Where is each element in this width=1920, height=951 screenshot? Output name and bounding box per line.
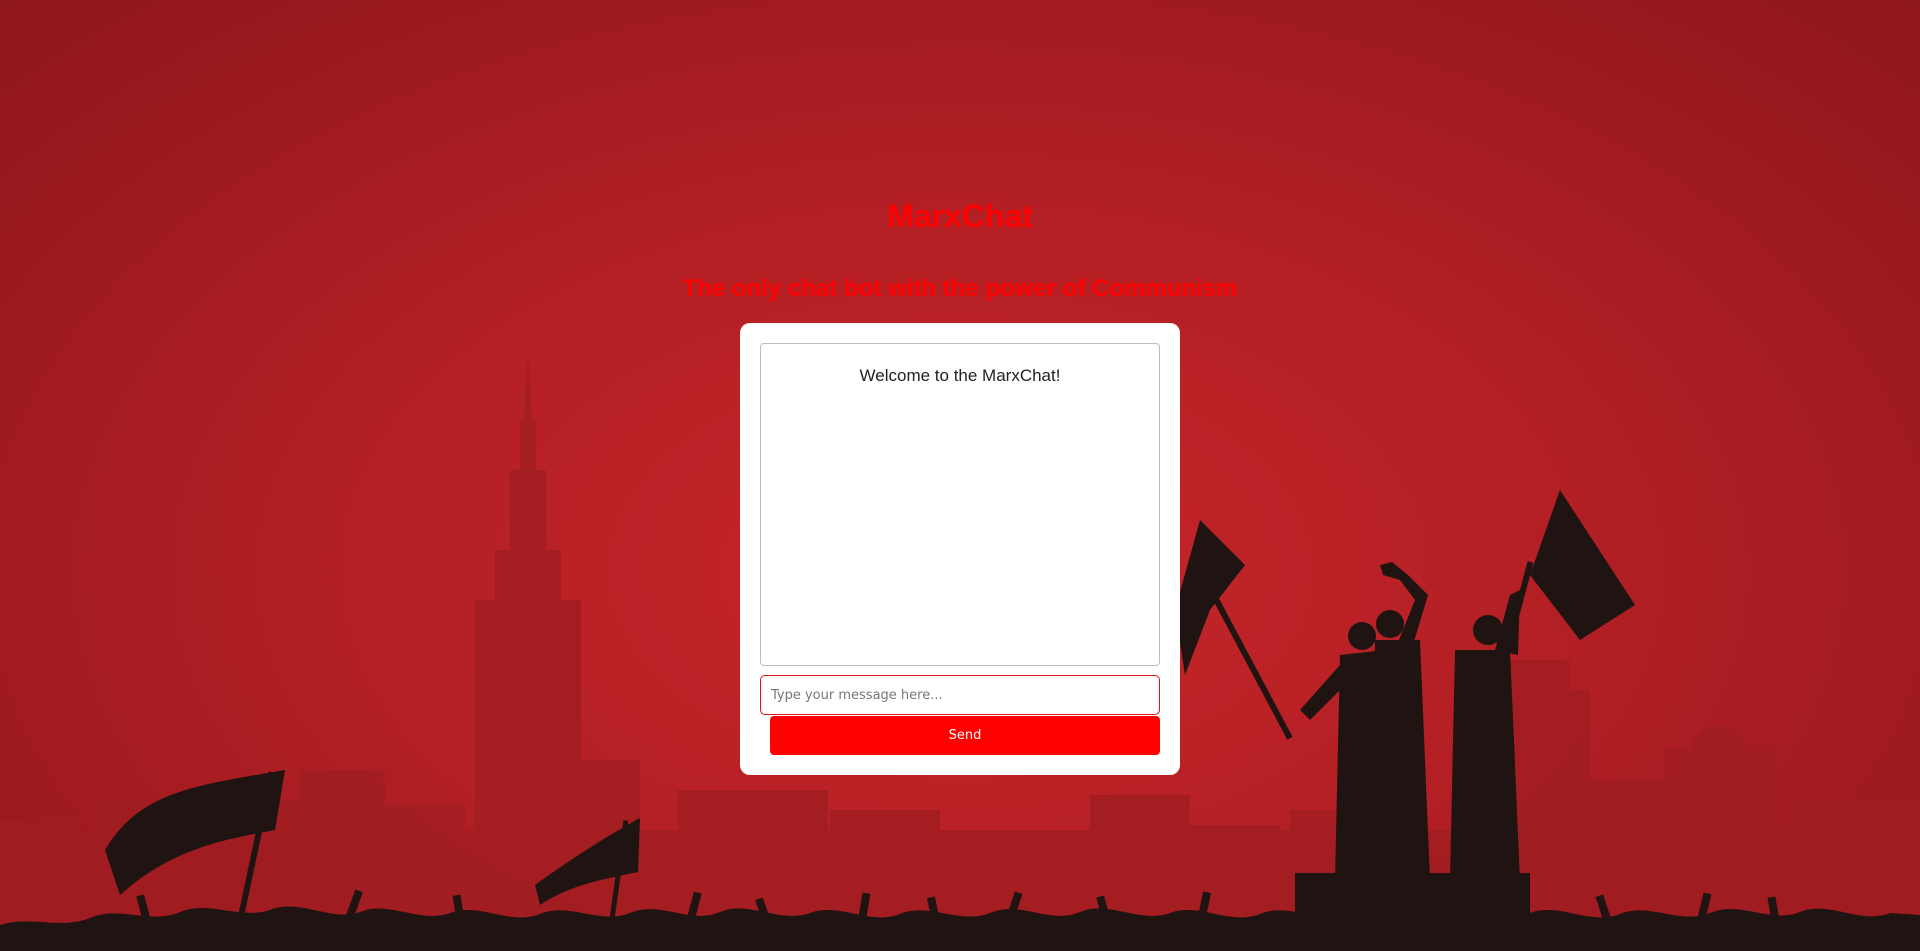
welcome-message: Welcome to the MarxChat! [859,366,1061,385]
message-input[interactable] [760,675,1160,715]
chat-container: Welcome to the MarxChat! Send [740,323,1180,775]
chat-log[interactable]: Welcome to the MarxChat! [760,343,1160,666]
send-button[interactable]: Send [770,716,1160,755]
page-content: MarxChat The only chat bot with the powe… [0,0,1920,951]
page-title: MarxChat [887,198,1033,234]
page-subtitle: The only chat bot with the power of Comm… [682,275,1238,302]
